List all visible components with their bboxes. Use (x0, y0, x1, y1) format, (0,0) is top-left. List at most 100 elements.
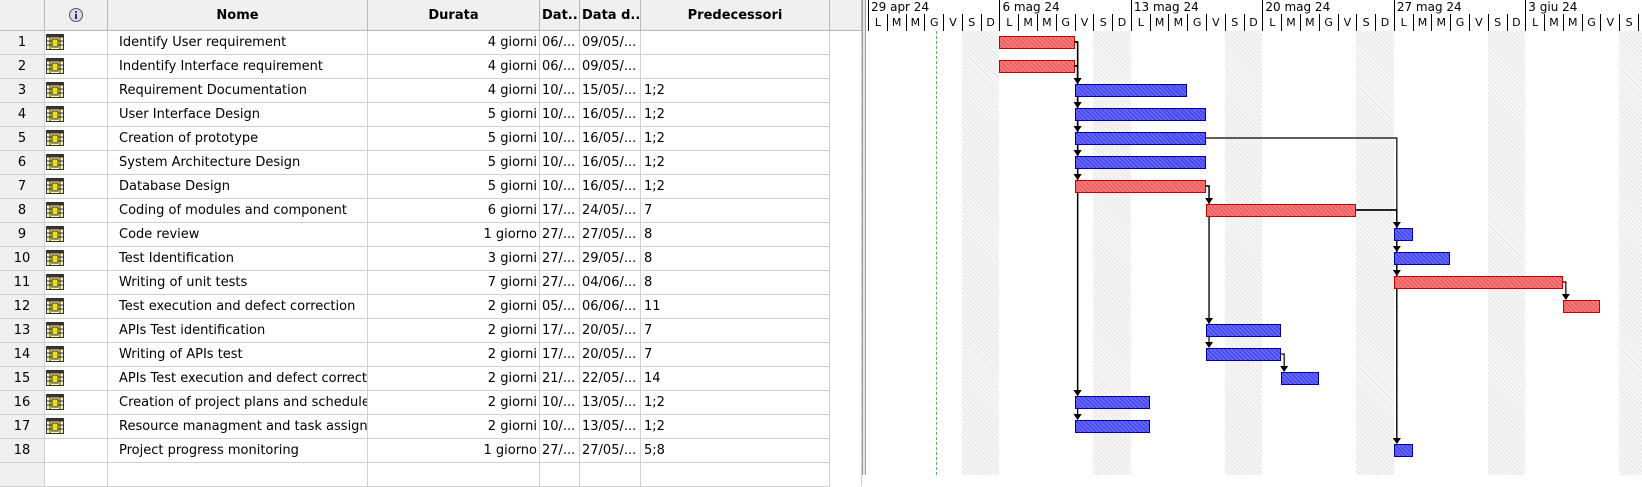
task-name-cell[interactable]: Code review (108, 223, 368, 246)
extra-cell[interactable] (830, 103, 862, 126)
row-number[interactable]: 11 (0, 271, 45, 294)
info-cell[interactable] (45, 343, 108, 366)
predecessors-cell[interactable] (641, 55, 830, 78)
info-cell[interactable] (45, 391, 108, 414)
start-date-cell[interactable]: 10/... (540, 175, 580, 198)
info-cell[interactable] (45, 103, 108, 126)
info-cell[interactable] (45, 151, 108, 174)
duration-cell[interactable]: 2 giorni (368, 295, 540, 318)
name-column-header[interactable]: Nome (108, 0, 368, 31)
task-bar[interactable] (1074, 108, 1207, 121)
predecessors-cell[interactable]: 8 (641, 247, 830, 270)
duration-cell[interactable]: 3 giorni (368, 247, 540, 270)
predecessors-cell[interactable]: 1;2 (641, 103, 830, 126)
end-date-cell[interactable]: 16/05/... (580, 175, 641, 198)
table-row[interactable]: 4 User Interface Design 5 giorni 10/... 16/0… (0, 103, 862, 127)
task-name-cell[interactable]: Requirement Documentation (108, 79, 368, 102)
info-cell[interactable] (45, 31, 108, 54)
start-date-cell[interactable]: 06/... (540, 55, 580, 78)
extra-cell[interactable] (830, 223, 862, 246)
row-number[interactable]: 3 (0, 79, 45, 102)
row-number[interactable]: 5 (0, 127, 45, 150)
task-bar[interactable] (1206, 348, 1282, 361)
row-number-header[interactable] (0, 0, 45, 31)
predecessors-cell[interactable]: 14 (641, 367, 830, 390)
task-name-cell[interactable]: User Interface Design (108, 103, 368, 126)
table-row[interactable]: 3 Requirement Documentation 4 giorni 10/...… (0, 79, 862, 103)
task-bar[interactable] (1393, 276, 1563, 289)
duration-cell[interactable]: 1 giorno (368, 223, 540, 246)
duration-cell[interactable]: 5 giorni (368, 103, 540, 126)
row-number[interactable]: 15 (0, 367, 45, 390)
extra-cell[interactable] (830, 175, 862, 198)
task-name-cell[interactable]: Identify User requirement (108, 31, 368, 54)
task-name-cell[interactable]: APIs Test identification (108, 319, 368, 342)
extra-cell[interactable] (830, 439, 862, 462)
duration-cell[interactable]: 5 giorni (368, 127, 540, 150)
task-name-cell[interactable]: Coding of modules and component (108, 199, 368, 222)
task-bar[interactable] (1393, 252, 1451, 265)
row-number[interactable]: 18 (0, 439, 45, 462)
task-bar[interactable] (1074, 132, 1207, 145)
row-number[interactable]: 10 (0, 247, 45, 270)
extra-cell[interactable] (830, 295, 862, 318)
info-cell[interactable] (45, 55, 108, 78)
duration-cell[interactable]: 4 giorni (368, 31, 540, 54)
table-row[interactable]: 8 Coding of modules and component 6 giorni… (0, 199, 862, 223)
task-bar[interactable] (1562, 300, 1601, 313)
extra-cell[interactable] (830, 343, 862, 366)
end-date-cell[interactable]: 24/05/... (580, 199, 641, 222)
end-date-cell[interactable]: 29/05/... (580, 247, 641, 270)
row-number[interactable]: 16 (0, 391, 45, 414)
task-name-cell[interactable]: Writing of unit tests (108, 271, 368, 294)
start-date-cell[interactable]: 17/... (540, 199, 580, 222)
extra-cell[interactable] (830, 271, 862, 294)
row-number[interactable]: 1 (0, 31, 45, 54)
task-bar[interactable] (1074, 84, 1188, 97)
duration-cell[interactable]: 2 giorni (368, 343, 540, 366)
end-date-cell[interactable]: 15/05/... (580, 79, 641, 102)
start-date-cell[interactable]: 27/... (540, 439, 580, 462)
task-bar[interactable] (999, 36, 1075, 49)
extra-cell[interactable] (830, 55, 862, 78)
predecessors-cell[interactable]: 11 (641, 295, 830, 318)
end-date-cell[interactable]: 13/05/... (580, 391, 641, 414)
table-row[interactable]: 2 Indentify Interface requirement 4 giorni… (0, 55, 862, 79)
info-cell[interactable] (45, 199, 108, 222)
task-bar[interactable] (1074, 180, 1207, 193)
predecessors-cell[interactable]: 5;8 (641, 439, 830, 462)
predecessors-cell[interactable]: 1;2 (641, 127, 830, 150)
task-name-cell[interactable]: Creation of project plans and schedules (108, 391, 368, 414)
extra-cell[interactable] (830, 391, 862, 414)
predecessors-cell[interactable]: 1;2 (641, 79, 830, 102)
table-row[interactable]: 18 Project progress monitoring 1 giorno 27/… (0, 439, 862, 463)
info-cell[interactable] (45, 247, 108, 270)
duration-cell[interactable]: 1 giorno (368, 439, 540, 462)
task-bar[interactable] (1281, 372, 1319, 385)
start-date-cell[interactable]: 27/... (540, 223, 580, 246)
start-date-cell[interactable]: 10/... (540, 103, 580, 126)
start-column-header[interactable]: Dat... (540, 0, 580, 31)
end-date-cell[interactable]: 16/05/... (580, 103, 641, 126)
task-bar[interactable] (1074, 396, 1150, 409)
predecessors-cell[interactable]: 1;2 (641, 175, 830, 198)
task-name-cell[interactable]: Test Identification (108, 247, 368, 270)
extra-cell[interactable] (830, 127, 862, 150)
row-number[interactable]: 14 (0, 343, 45, 366)
row-number[interactable]: 13 (0, 319, 45, 342)
row-number[interactable]: 7 (0, 175, 45, 198)
table-row[interactable]: 15 APIs Test execution and defect correct… (0, 367, 862, 391)
extra-cell[interactable] (830, 247, 862, 270)
extra-cell[interactable] (830, 199, 862, 222)
end-date-cell[interactable]: 20/05/... (580, 319, 641, 342)
info-cell[interactable] (45, 127, 108, 150)
task-bar[interactable] (1206, 324, 1282, 337)
predecessors-cell[interactable] (641, 31, 830, 54)
row-number[interactable]: 8 (0, 199, 45, 222)
end-date-cell[interactable]: 16/05/... (580, 127, 641, 150)
end-date-cell[interactable]: 09/05/... (580, 55, 641, 78)
empty-row[interactable] (0, 463, 862, 487)
predecessors-cell[interactable]: 7 (641, 199, 830, 222)
end-date-cell[interactable]: 13/05/... (580, 415, 641, 438)
task-name-cell[interactable]: APIs Test execution and defect correctio (108, 367, 368, 390)
